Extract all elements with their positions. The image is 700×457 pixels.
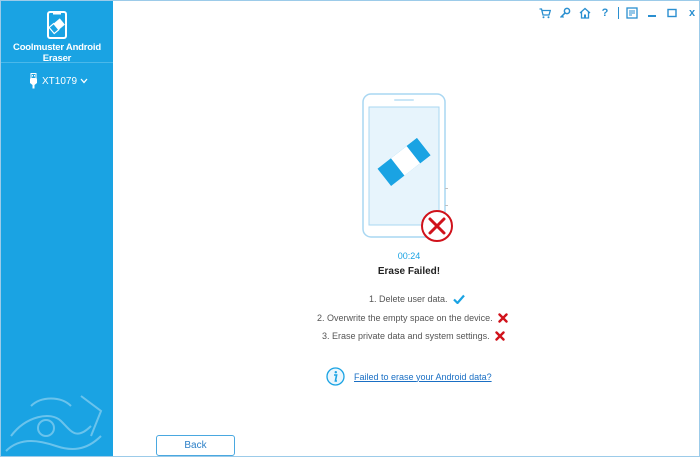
step-item: 1. Delete user data.	[369, 294, 465, 304]
cross-icon	[494, 331, 505, 341]
device-name: XT1079	[42, 75, 78, 87]
chevron-down-icon[interactable]	[80, 78, 88, 84]
eraser-logo-icon	[47, 11, 67, 39]
close-icon: x	[688, 7, 696, 19]
question-icon: ?	[601, 7, 609, 19]
cross-icon	[497, 313, 508, 323]
phone-illustration	[362, 93, 453, 242]
app-title: Coolmuster Android Eraser	[13, 42, 101, 64]
maximize-icon	[667, 8, 677, 18]
step-item: 2. Overwrite the empty space on the devi…	[317, 313, 508, 323]
feedback-button[interactable]	[624, 5, 640, 21]
feedback-icon	[626, 7, 638, 19]
step-label: 3. Erase private data and system setting…	[322, 331, 490, 341]
step-label: 1. Delete user data.	[369, 294, 448, 304]
minimize-button[interactable]	[644, 5, 660, 21]
usb-icon	[30, 73, 37, 89]
home-icon	[579, 7, 591, 19]
cart-button[interactable]	[537, 5, 553, 21]
error-x-icon	[421, 210, 453, 242]
close-button[interactable]: x	[684, 5, 700, 21]
minimize-icon	[648, 15, 656, 17]
step-label: 2. Overwrite the empty space on the devi…	[317, 313, 493, 323]
register-button[interactable]	[557, 5, 573, 21]
help-row: Failed to erase your Android data?	[326, 367, 492, 386]
cart-icon	[539, 7, 551, 18]
elapsed-timer: 00:24	[397, 251, 421, 261]
status-title: Erase Failed!	[377, 266, 441, 277]
app-window: Coolmuster Android Eraser XT1079 ? x 00:…	[0, 0, 700, 457]
titlebar-divider	[618, 7, 619, 19]
help-link[interactable]: Failed to erase your Android data?	[354, 372, 492, 382]
sidebar-divider	[1, 62, 113, 63]
key-icon	[559, 7, 571, 19]
check-icon	[452, 294, 465, 304]
back-button[interactable]: Back	[156, 435, 235, 456]
info-icon	[326, 367, 345, 386]
sidebar-decoration-icon	[5, 395, 103, 452]
maximize-button[interactable]	[664, 5, 680, 21]
titlebar-controls: ? x	[533, 5, 700, 21]
step-item: 3. Erase private data and system setting…	[322, 331, 505, 341]
help-button[interactable]: ?	[597, 5, 613, 21]
home-button[interactable]	[577, 5, 593, 21]
device-selector[interactable]: XT1079	[29, 71, 88, 91]
sidebar: Coolmuster Android Eraser XT1079	[1, 1, 113, 456]
